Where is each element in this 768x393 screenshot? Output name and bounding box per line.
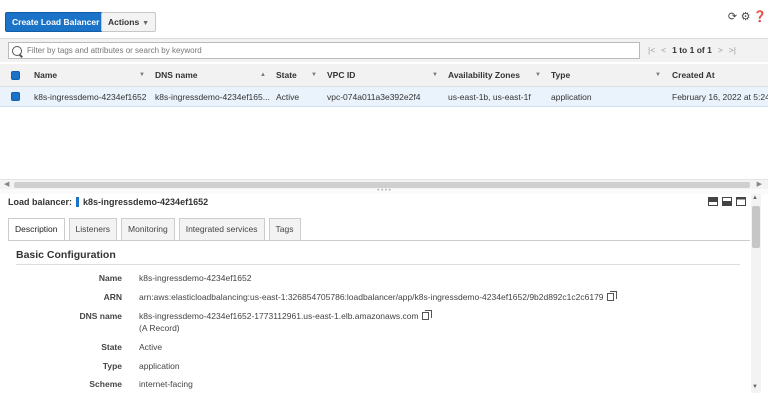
first-page-icon[interactable]: |< <box>648 45 655 55</box>
detail-header: Load balancer: k8s-ingressdemo-4234ef165… <box>0 194 750 210</box>
filter-bar: Filter by tags and attributes or search … <box>0 38 768 62</box>
field-label: Scheme <box>89 379 122 389</box>
sort-icon[interactable]: ▼ <box>535 72 541 78</box>
field-label: ARN <box>103 292 122 302</box>
detail-title: Load balancer: k8s-ingressdemo-4234ef165… <box>8 197 208 207</box>
section-title: Basic Configuration <box>16 249 116 261</box>
actions-label: Actions <box>108 17 140 27</box>
field-value: Active <box>139 342 163 352</box>
field-value-wrap: k8s-ingressdemo-4234ef1652-1773112961.us… <box>139 310 432 321</box>
field-scheme: Scheme internet-facing <box>0 379 750 393</box>
tab-tags[interactable]: Tags <box>268 218 301 240</box>
copy-icon[interactable] <box>606 291 617 301</box>
search-input[interactable]: Filter by tags and attributes or search … <box>8 42 640 59</box>
vertical-scrollbar[interactable]: ▲ ▼ <box>751 194 761 393</box>
help-icon[interactable]: ❓ <box>753 12 767 23</box>
tabs-divider <box>8 240 750 241</box>
detail-lb-name: k8s-ingressdemo-4234ef1652 <box>83 197 209 207</box>
create-load-balancer-button[interactable]: Create Load Balancer <box>5 12 107 32</box>
field-label: DNS name <box>79 311 122 321</box>
column-header-state[interactable]: State <box>276 64 297 86</box>
column-header-name[interactable]: Name <box>34 64 57 86</box>
tab-description[interactable]: Description <box>8 218 65 241</box>
field-dns-record: (A Record) <box>0 323 750 341</box>
tab-monitoring[interactable]: Monitoring <box>121 218 175 240</box>
cell-created: February 16, 2022 at 5:24 <box>672 91 768 102</box>
accent-bar <box>76 197 80 207</box>
field-value: application <box>139 361 180 371</box>
cell-type: application <box>551 91 592 102</box>
column-header-dns[interactable]: DNS name <box>155 64 198 86</box>
layout-split-top-icon[interactable] <box>722 197 732 206</box>
sort-icon[interactable]: ▼ <box>432 72 438 78</box>
pager-count: 1 to 1 of 1 <box>672 45 712 55</box>
detail-label: Load balancer: <box>8 197 73 207</box>
search-placeholder: Filter by tags and attributes or search … <box>27 46 202 55</box>
scroll-down-icon[interactable]: ▼ <box>752 384 758 390</box>
tab-integrated-services[interactable]: Integrated services <box>178 218 265 240</box>
tab-listeners[interactable]: Listeners <box>68 218 118 240</box>
pagination: |< < 1 to 1 of 1 > >| <box>648 45 736 55</box>
row-checkbox[interactable] <box>11 87 20 106</box>
scroll-up-icon[interactable]: ▲ <box>752 195 758 201</box>
pane-layout-icons <box>708 197 746 206</box>
field-arn: ARN arn:aws:elasticloadbalancing:us-east… <box>0 291 750 310</box>
sort-asc-icon[interactable]: ▲ <box>260 72 266 78</box>
table-row[interactable]: k8s-ingressdemo-4234ef1652 k8s-ingressde… <box>0 87 768 107</box>
prev-page-icon[interactable]: < <box>661 45 666 55</box>
field-state: State Active <box>0 342 750 360</box>
field-value: k8s-ingressdemo-4234ef1652 <box>139 273 252 283</box>
field-value-wrap: arn:aws:elasticloadbalancing:us-east-1:3… <box>139 291 617 302</box>
field-label: Name <box>98 273 122 283</box>
field-name: Name k8s-ingressdemo-4234ef1652 <box>0 273 750 291</box>
layout-full-icon[interactable] <box>736 197 746 206</box>
field-value: internet-facing <box>139 379 193 389</box>
cell-zones: us-east-1b, us-east-1f <box>448 91 531 102</box>
section-divider <box>16 264 740 265</box>
refresh-icon[interactable]: ⟳ <box>727 12 738 23</box>
field-value: arn:aws:elasticloadbalancing:us-east-1:3… <box>139 292 604 302</box>
copy-icon[interactable] <box>421 310 432 320</box>
search-icon <box>12 45 22 56</box>
layout-split-bottom-icon[interactable] <box>708 197 718 206</box>
scroll-left-icon[interactable]: ◀ <box>4 180 9 188</box>
sort-icon[interactable]: ▼ <box>139 72 145 78</box>
table-empty-area <box>0 107 768 179</box>
field-type: Type application <box>0 361 750 379</box>
column-header-vpc[interactable]: VPC ID <box>327 64 355 86</box>
detail-tabs: Description Listeners Monitoring Integra… <box>8 218 305 241</box>
chevron-down-icon: ▼ <box>142 20 150 27</box>
sort-icon[interactable]: ▼ <box>655 72 661 78</box>
checkbox-icon <box>11 70 20 80</box>
field-value-extra: (A Record) <box>139 323 180 333</box>
actions-dropdown-button[interactable]: Actions ▼ <box>101 12 157 32</box>
field-label: State <box>101 342 122 352</box>
next-page-icon[interactable]: > <box>718 45 723 55</box>
last-page-icon[interactable]: >| <box>729 45 736 55</box>
sort-icon[interactable]: ▼ <box>311 72 317 78</box>
cell-name: k8s-ingressdemo-4234ef1652 <box>34 91 147 102</box>
top-icons: ⟳ ⚙ ❓ <box>727 12 767 23</box>
checkbox-icon <box>11 92 20 101</box>
field-value: k8s-ingressdemo-4234ef1652-1773112961.us… <box>139 311 419 321</box>
scroll-right-icon[interactable]: ▶ <box>757 180 762 188</box>
column-header-zones[interactable]: Availability Zones <box>448 64 520 86</box>
cell-state: Active <box>276 91 300 102</box>
column-header-created[interactable]: Created At <box>672 64 715 86</box>
scrollbar-thumb[interactable] <box>752 206 760 248</box>
settings-icon[interactable]: ⚙ <box>740 12 751 23</box>
cell-dns: k8s-ingressdemo-4234ef165... <box>155 91 270 102</box>
field-label: Type <box>102 361 122 371</box>
select-all-checkbox[interactable] <box>11 64 20 86</box>
table-header: Name ▼ DNS name ▲ State ▼ VPC ID ▼ Avail… <box>0 64 768 87</box>
toolbar: Create Load Balancer Actions ▼ ⟳ ⚙ ❓ <box>0 0 768 38</box>
column-header-type[interactable]: Type <box>551 64 570 86</box>
cell-vpc: vpc-074a011a3e392e2f4 <box>327 91 421 102</box>
